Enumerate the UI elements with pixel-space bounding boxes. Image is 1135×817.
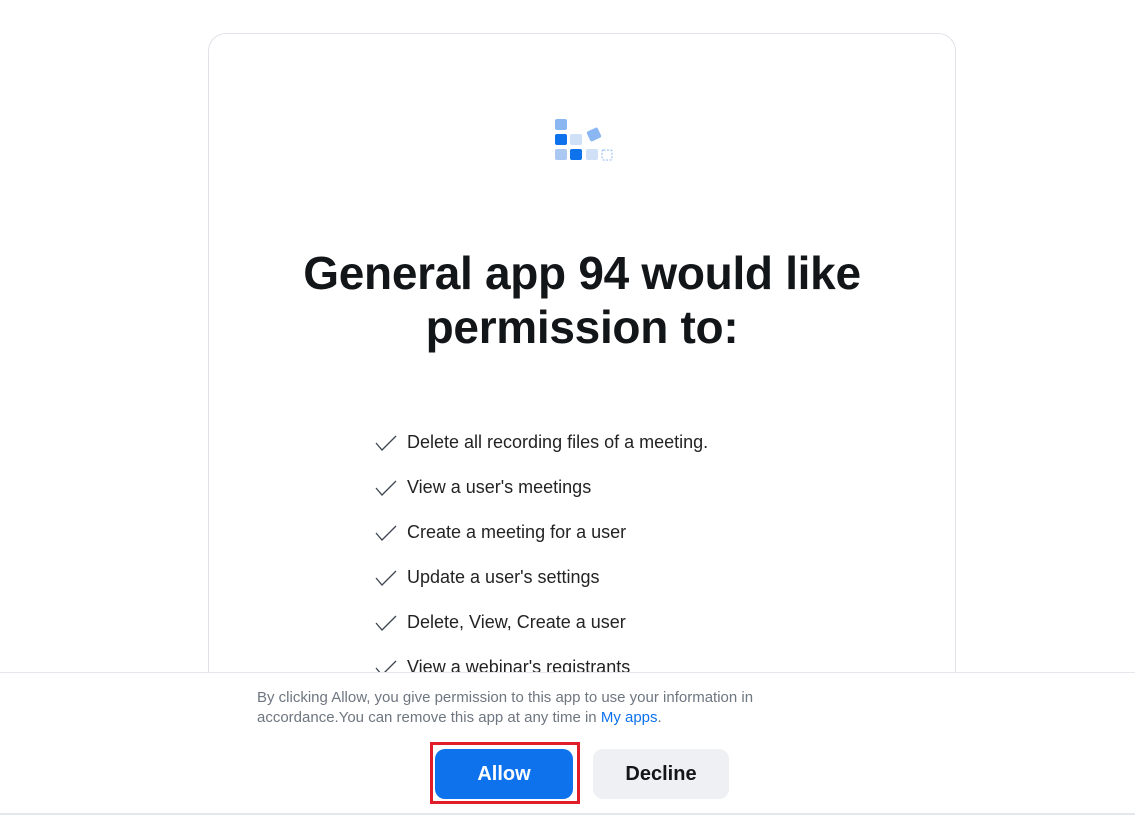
permission-label: Delete all recording files of a meeting. [407, 432, 709, 452]
permission-label: Delete, View, Create a user [407, 612, 626, 632]
disclaimer-suffix: . [657, 709, 662, 726]
check-icon [375, 615, 397, 631]
check-icon [375, 435, 397, 451]
permission-item: View a user's meetings [375, 465, 708, 510]
footer-divider [0, 813, 1135, 815]
check-icon [375, 570, 397, 586]
consent-page: General app 94 would like permission to:… [0, 0, 1135, 817]
check-icon [375, 480, 397, 496]
check-icon [375, 525, 397, 541]
page-title: General app 94 would like permission to: [303, 247, 861, 353]
disclaimer-text: By clicking Allow, you give permission t… [257, 688, 857, 728]
permission-item: Delete all recording files of a meeting. [375, 420, 708, 465]
permission-item: Create a meeting for a user [375, 510, 708, 555]
allow-button[interactable]: Allow [435, 749, 573, 799]
permission-label: Create a meeting for a user [407, 522, 627, 542]
permission-label: View a user's meetings [407, 477, 592, 497]
my-apps-link[interactable]: My apps [601, 709, 658, 726]
permission-label: Update a user's settings [407, 567, 600, 587]
permission-item: Delete, View, Create a user [375, 600, 708, 645]
app-tiles-icon [555, 119, 613, 161]
consent-footer: By clicking Allow, you give permission t… [0, 672, 1135, 817]
decline-button[interactable]: Decline [593, 749, 729, 799]
permission-list: Delete all recording files of a meeting.… [375, 420, 708, 690]
disclaimer-prefix: By clicking Allow, you give permission t… [257, 689, 754, 726]
permission-item: Update a user's settings [375, 555, 708, 600]
